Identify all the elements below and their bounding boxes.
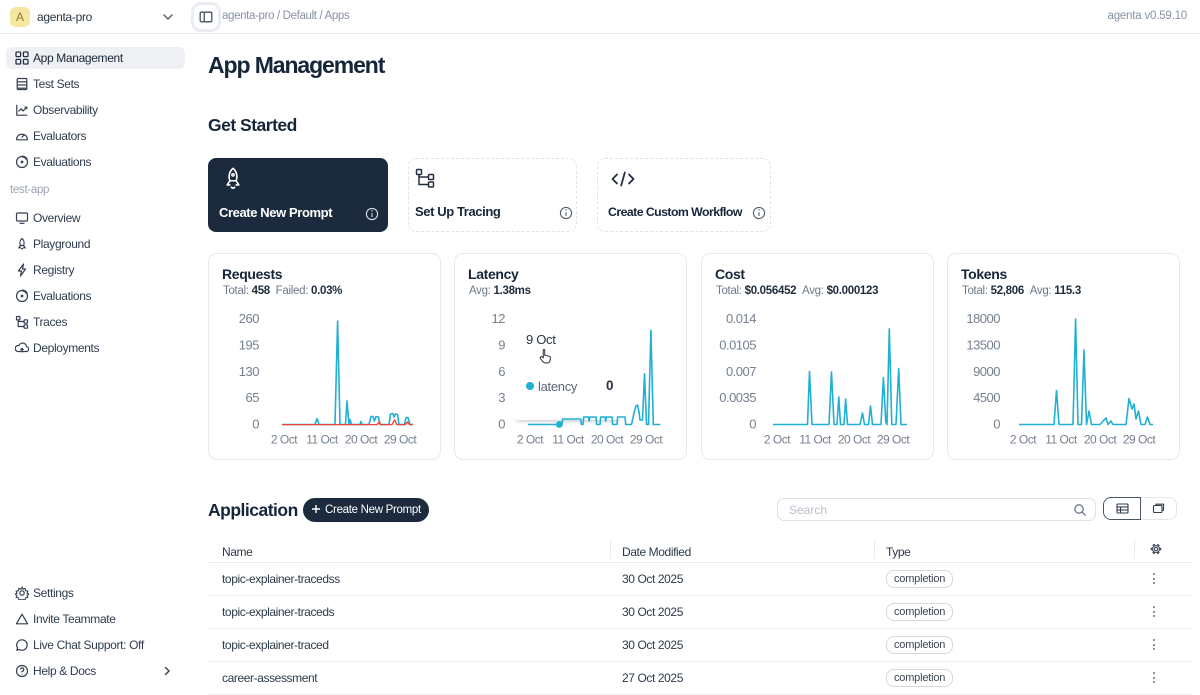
svg-text:20 Oct: 20 Oct bbox=[838, 433, 872, 447]
svg-text:0: 0 bbox=[498, 417, 505, 432]
svg-text:29 Oct: 29 Oct bbox=[630, 433, 664, 447]
svg-text:0.0105: 0.0105 bbox=[719, 337, 756, 352]
svg-text:0.0035: 0.0035 bbox=[719, 390, 756, 405]
svg-text:12: 12 bbox=[492, 311, 506, 326]
svg-text:260: 260 bbox=[239, 311, 259, 326]
svg-text:2 Oct: 2 Oct bbox=[764, 433, 791, 447]
svg-text:2 Oct: 2 Oct bbox=[517, 433, 544, 447]
svg-text:13500: 13500 bbox=[966, 337, 1000, 352]
svg-text:18000: 18000 bbox=[966, 311, 1000, 326]
svg-text:0: 0 bbox=[749, 417, 756, 432]
svg-text:11 Oct: 11 Oct bbox=[1045, 433, 1078, 447]
svg-text:0: 0 bbox=[993, 417, 1000, 432]
svg-text:65: 65 bbox=[246, 390, 260, 405]
svg-text:11 Oct: 11 Oct bbox=[799, 433, 832, 447]
svg-text:2 Oct: 2 Oct bbox=[1010, 433, 1037, 447]
svg-text:29 Oct: 29 Oct bbox=[877, 433, 911, 447]
svg-text:20 Oct: 20 Oct bbox=[591, 433, 625, 447]
svg-text:0.014: 0.014 bbox=[726, 311, 756, 326]
svg-text:20 Oct: 20 Oct bbox=[345, 433, 379, 447]
svg-text:4500: 4500 bbox=[973, 390, 1000, 405]
svg-text:29 Oct: 29 Oct bbox=[384, 433, 418, 447]
svg-text:3: 3 bbox=[498, 390, 505, 405]
svg-text:0: 0 bbox=[252, 417, 259, 432]
svg-text:29 Oct: 29 Oct bbox=[1123, 433, 1157, 447]
svg-text:2 Oct: 2 Oct bbox=[271, 433, 298, 447]
svg-text:9: 9 bbox=[498, 337, 505, 352]
svg-text:9000: 9000 bbox=[973, 364, 1000, 379]
svg-text:6: 6 bbox=[498, 364, 505, 379]
svg-text:195: 195 bbox=[239, 337, 259, 352]
svg-text:130: 130 bbox=[239, 364, 259, 379]
svg-text:11 Oct: 11 Oct bbox=[552, 433, 585, 447]
svg-text:11 Oct: 11 Oct bbox=[306, 433, 339, 447]
svg-text:0.007: 0.007 bbox=[726, 364, 756, 379]
svg-text:20 Oct: 20 Oct bbox=[1084, 433, 1118, 447]
